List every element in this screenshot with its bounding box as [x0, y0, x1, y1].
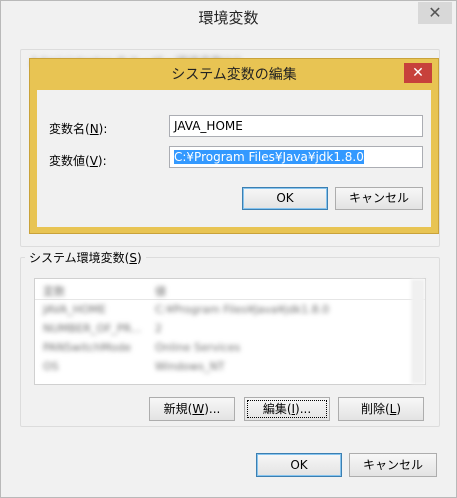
variable-name-field[interactable]: JAVA_HOME	[169, 115, 423, 137]
window-title: 環境変数	[198, 9, 259, 27]
variable-value-cell: C:¥Program Files¥Java¥jdk1.8.0	[155, 303, 330, 316]
close-icon[interactable]: ✕	[418, 2, 452, 24]
cancel-button[interactable]: キャンセル	[349, 453, 437, 477]
cancel-button[interactable]: キャンセル	[335, 187, 423, 210]
variable-value-selected-text: C:¥Program Files¥Java¥jdk1.8.0	[174, 150, 364, 164]
variable-name-cell: JAVA_HOME	[43, 303, 107, 316]
variable-value-cell: 2	[155, 322, 162, 335]
table-row[interactable]: OS Windows_NT	[35, 358, 425, 375]
ok-button[interactable]: OK	[256, 453, 342, 477]
new-variable-button[interactable]: 新規(W)...	[149, 397, 235, 421]
list-header: 変数 値	[35, 279, 425, 300]
system-variables-list[interactable]: 変数 値 JAVA_HOME C:¥Program Files¥Java¥jdk…	[34, 278, 426, 385]
system-variables-label: システム環境変数(S)	[25, 249, 146, 266]
table-row[interactable]: NUMBER_OF_PR... 2	[35, 320, 425, 337]
column-header-value[interactable]: 値	[155, 283, 166, 299]
variable-value-label: 変数値(V):	[49, 154, 107, 168]
edit-variable-button[interactable]: 編集(I)...	[244, 397, 330, 421]
variable-name-label: 変数名(N):	[49, 122, 108, 136]
variable-name-value: JAVA_HOME	[174, 119, 243, 133]
list-scrollbar[interactable]	[411, 279, 425, 384]
variable-name-cell: OS	[43, 360, 59, 373]
variable-value-cell: Windows_NT	[155, 360, 225, 373]
table-row[interactable]: PANSwitchMode Online Services	[35, 339, 425, 356]
variable-value-cell: Online Services	[155, 341, 241, 354]
close-icon[interactable]: ✕	[404, 63, 432, 83]
edit-system-variable-dialog: システム変数の編集 ✕ 変数名(N): JAVA_HOME 変数値(V): C:…	[29, 58, 439, 234]
column-header-variable[interactable]: 変数	[43, 283, 65, 299]
edit-dialog-title: システム変数の編集	[171, 67, 297, 83]
variable-name-cell: PANSwitchMode	[43, 341, 132, 354]
edit-dialog-body: 変数名(N): JAVA_HOME 変数値(V): C:¥Program Fil…	[37, 90, 431, 227]
ok-button[interactable]: OK	[242, 187, 328, 210]
table-row[interactable]: JAVA_HOME C:¥Program Files¥Java¥jdk1.8.0	[35, 301, 425, 318]
delete-variable-button[interactable]: 削除(L)	[338, 397, 424, 421]
variable-value-field[interactable]: C:¥Program Files¥Java¥jdk1.8.0	[169, 146, 423, 168]
variable-name-cell: NUMBER_OF_PR...	[43, 322, 142, 335]
title-bar: 環境変数 ✕	[1, 1, 456, 33]
